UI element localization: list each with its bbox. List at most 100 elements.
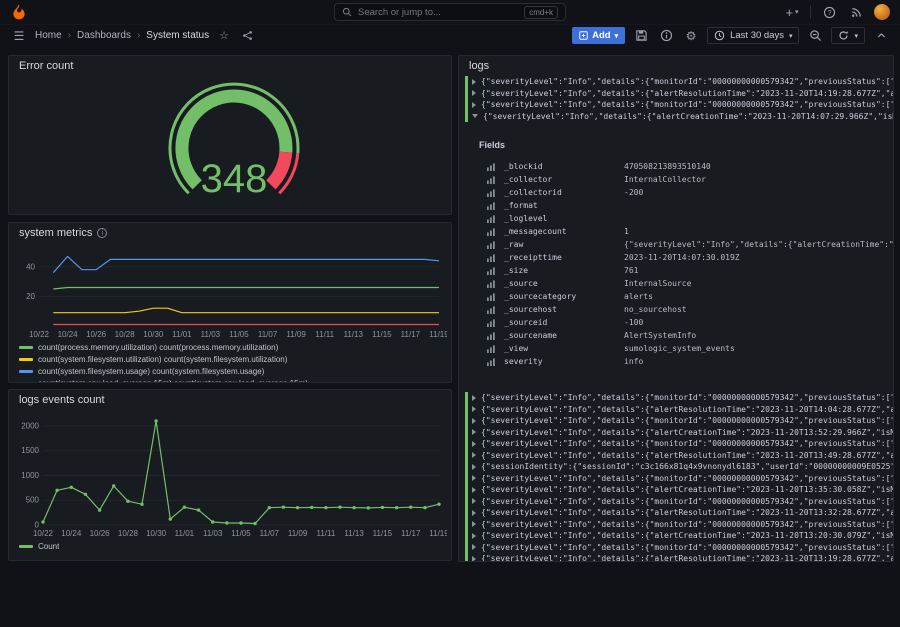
log-row[interactable]: {"severityLevel":"Info","details":{"moni… — [459, 99, 893, 111]
expand-log-row-icon[interactable] — [472, 498, 476, 504]
field-stats-icon[interactable] — [487, 293, 496, 301]
field-stats-icon[interactable] — [487, 306, 496, 314]
log-row[interactable]: {"severityLevel":"Info","details":{"moni… — [459, 542, 893, 554]
log-line-text: {"severityLevel":"Info","details":{"aler… — [481, 508, 893, 517]
zoom-out-icon[interactable] — [806, 26, 824, 46]
dashboard-settings-icon[interactable]: ⚙ — [682, 26, 700, 46]
field-value: InternalCollector — [624, 175, 706, 184]
log-row[interactable]: {"severityLevel":"Info","details":{"moni… — [459, 473, 893, 485]
field-stats-icon[interactable] — [487, 345, 496, 353]
field-stats-icon[interactable] — [487, 280, 496, 288]
field-stats-icon[interactable] — [487, 358, 496, 366]
expand-log-row-icon[interactable] — [472, 429, 476, 435]
legend-item[interactable]: Count — [19, 540, 451, 552]
field-stats-icon[interactable] — [487, 189, 496, 197]
search-input[interactable]: Search or jump to... cmd+k — [334, 3, 566, 21]
news-icon[interactable] — [847, 2, 865, 22]
field-value: info — [624, 357, 643, 366]
svg-text:11/01: 11/01 — [172, 330, 192, 339]
log-row[interactable]: {"severityLevel":"Info","details":{"aler… — [459, 427, 893, 439]
expand-log-row-icon[interactable] — [472, 90, 476, 96]
breadcrumb-dashboards[interactable]: Dashboards — [77, 30, 131, 41]
log-row[interactable]: {"severityLevel":"Info","details":{"moni… — [459, 76, 893, 88]
log-row[interactable]: {"severityLevel":"Info","details":{"moni… — [459, 496, 893, 508]
field-stats-icon[interactable] — [487, 176, 496, 184]
time-range-picker[interactable]: Last 30 days ▾ — [707, 27, 799, 44]
expand-log-row-icon[interactable] — [472, 79, 476, 85]
log-row[interactable]: {"severityLevel":"Info","details":{"aler… — [459, 530, 893, 542]
scroll-to-top-icon[interactable] — [872, 26, 890, 46]
field-stats-icon[interactable] — [487, 267, 496, 275]
log-level-bar — [465, 76, 468, 88]
log-row[interactable]: {"severityLevel":"Info","details":{"moni… — [459, 438, 893, 450]
log-row[interactable]: {"sessionIdentity":{"sessionId":"c3c166x… — [459, 461, 893, 473]
expand-log-row-icon[interactable] — [472, 441, 476, 447]
expand-log-row-icon[interactable] — [472, 406, 476, 412]
new-menu-button[interactable]: +▾ — [783, 2, 801, 22]
field-value: sumologic_system_events — [624, 344, 735, 353]
expand-log-row-icon[interactable] — [472, 395, 476, 401]
legend-item[interactable]: count(process.memory.utilization) count(… — [19, 341, 451, 353]
menu-toggle-icon[interactable]: ☰ — [10, 26, 28, 46]
grafana-logo-icon[interactable] — [10, 3, 28, 21]
legend-item[interactable]: count(system.filesystem.usage) count(sys… — [19, 365, 451, 377]
save-dashboard-icon[interactable] — [632, 26, 650, 46]
expand-log-row-icon[interactable] — [472, 452, 476, 458]
favorite-star-icon[interactable]: ☆ — [216, 26, 232, 46]
log-row[interactable]: {"severityLevel":"Info","details":{"aler… — [459, 111, 893, 123]
expand-log-row-icon[interactable] — [472, 556, 476, 562]
share-icon[interactable] — [239, 26, 255, 46]
field-stats-icon[interactable] — [487, 228, 496, 236]
field-stats-icon[interactable] — [487, 241, 496, 249]
expand-log-row-icon[interactable] — [472, 510, 476, 516]
svg-text:2000: 2000 — [21, 421, 39, 430]
help-icon[interactable]: ? — [820, 2, 838, 22]
log-row[interactable]: {"severityLevel":"Info","details":{"aler… — [459, 88, 893, 100]
log-row[interactable]: {"severityLevel":"Info","details":{"aler… — [459, 484, 893, 496]
field-stats-icon[interactable] — [487, 254, 496, 262]
panel-header[interactable]: logs — [459, 56, 893, 76]
expand-log-row-icon[interactable] — [472, 418, 476, 424]
panel-header[interactable]: Error count — [9, 56, 451, 76]
field-stats-icon[interactable] — [487, 319, 496, 327]
expand-log-row-icon[interactable] — [472, 487, 476, 493]
legend-color-swatch — [19, 382, 33, 384]
expand-log-row-icon[interactable] — [472, 533, 476, 539]
log-row[interactable]: {"severityLevel":"Info","details":{"moni… — [459, 392, 893, 404]
log-row[interactable]: {"severityLevel":"Info","details":{"moni… — [459, 519, 893, 531]
log-line-text: {"severityLevel":"Info","details":{"aler… — [481, 89, 893, 98]
panel-info-icon[interactable]: i — [97, 228, 107, 238]
field-stats-icon[interactable] — [487, 163, 496, 171]
field-stats-icon[interactable] — [487, 332, 496, 340]
field-stats-icon[interactable] — [487, 215, 496, 223]
expand-log-row-icon[interactable] — [472, 521, 476, 527]
field-name: _loglevel — [504, 214, 616, 223]
log-row[interactable]: {"severityLevel":"Info","details":{"aler… — [459, 553, 893, 562]
log-row[interactable]: {"severityLevel":"Info","details":{"aler… — [459, 404, 893, 416]
add-button[interactable]: Add ▾ — [572, 27, 625, 44]
breadcrumb-home[interactable]: Home — [35, 30, 62, 41]
panel-header[interactable]: system metrics i — [9, 223, 451, 243]
log-line-text: {"severityLevel":"Info","details":{"moni… — [481, 100, 893, 109]
breadcrumb-current: System status — [146, 30, 209, 41]
expand-log-row-icon[interactable] — [472, 544, 476, 550]
legend-item[interactable]: count(system.filesystem.utilization) cou… — [19, 353, 451, 365]
expand-log-row-icon[interactable] — [472, 475, 476, 481]
svg-text:10/22: 10/22 — [33, 529, 54, 538]
field-stats-icon[interactable] — [487, 202, 496, 210]
legend-item[interactable]: count(system.cpu.load_average.15m) count… — [19, 377, 451, 383]
user-avatar[interactable] — [874, 4, 890, 20]
breadcrumb: Home › Dashboards › System status — [35, 30, 209, 41]
log-row[interactable]: {"severityLevel":"Info","details":{"aler… — [459, 450, 893, 462]
collapse-log-row-icon[interactable] — [472, 114, 478, 118]
expand-log-row-icon[interactable] — [472, 464, 476, 470]
log-row[interactable]: {"severityLevel":"Info","details":{"aler… — [459, 507, 893, 519]
refresh-button[interactable]: ▾ — [831, 27, 865, 44]
svg-text:10/28: 10/28 — [118, 529, 139, 538]
dashboard-insights-icon[interactable] — [657, 26, 675, 46]
panel-header[interactable]: logs events count — [9, 390, 451, 410]
field-value: InternalSource — [624, 279, 691, 288]
expand-log-row-icon[interactable] — [472, 102, 476, 108]
log-row[interactable]: {"severityLevel":"Info","details":{"moni… — [459, 415, 893, 427]
log-field-row: _receipttime2023-11-20T14:07:30.019Z — [479, 251, 893, 264]
